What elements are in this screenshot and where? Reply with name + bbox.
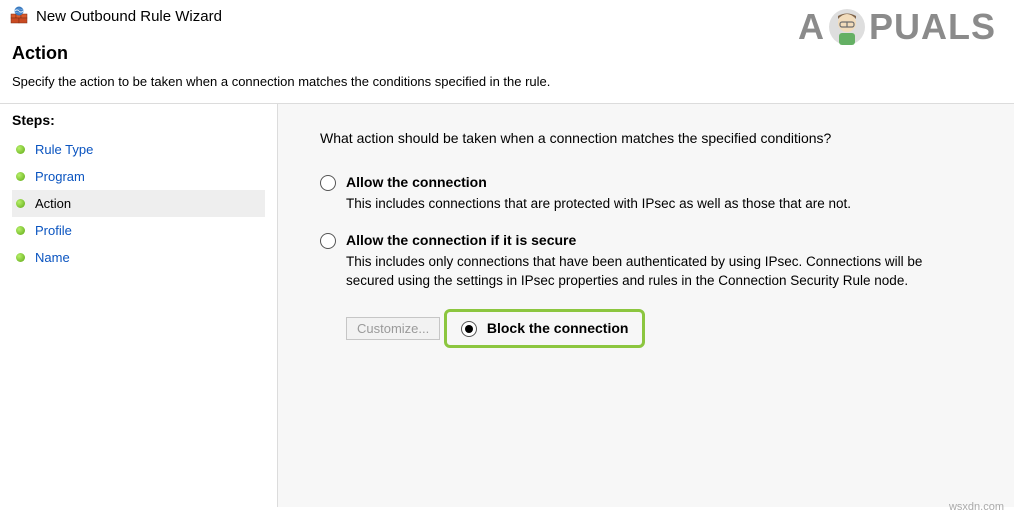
radio-icon [320, 175, 336, 191]
step-label: Rule Type [35, 142, 93, 157]
action-prompt: What action should be taken when a conne… [320, 130, 996, 146]
option-allow-desc: This includes connections that are prote… [346, 195, 926, 214]
mascot-icon [827, 7, 867, 47]
radio-label: Allow the connection if it is secure [346, 232, 576, 248]
radio-icon [461, 321, 477, 337]
option-allow-secure-desc: This includes only connections that have… [346, 253, 926, 291]
radio-icon [320, 233, 336, 249]
attribution-text: wsxdn.com [949, 501, 1004, 513]
step-program[interactable]: Program [12, 163, 265, 190]
step-name[interactable]: Name [12, 244, 265, 271]
option-allow-connection[interactable]: Allow the connection [320, 174, 996, 191]
radio-label: Allow the connection [346, 174, 487, 190]
appuals-watermark: A PUALS [798, 6, 996, 48]
step-label: Name [35, 250, 70, 265]
firewall-icon [10, 6, 28, 27]
bullet-icon [16, 253, 25, 262]
radio-label: Block the connection [487, 320, 629, 336]
watermark-text-before: A [798, 6, 825, 48]
step-action[interactable]: Action [12, 190, 265, 217]
step-rule-type[interactable]: Rule Type [12, 136, 265, 163]
steps-list: Rule Type Program Action Profile Name [12, 136, 265, 271]
bullet-icon [16, 145, 25, 154]
steps-heading: Steps: [12, 112, 265, 128]
step-label: Profile [35, 223, 72, 238]
option-block-highlight: Block the connection [444, 309, 646, 348]
step-label: Program [35, 169, 85, 184]
step-label: Action [35, 196, 71, 211]
customize-button: Customize... [346, 317, 440, 340]
option-block-connection[interactable]: Block the connection [461, 320, 629, 337]
option-allow-secure[interactable]: Allow the connection if it is secure [320, 232, 996, 249]
page-subtitle: Specify the action to be taken when a co… [12, 74, 1002, 89]
watermark-text-after: PUALS [869, 6, 996, 48]
wizard-body: Steps: Rule Type Program Action Profile … [0, 104, 1014, 507]
bullet-icon [16, 226, 25, 235]
steps-sidebar: Steps: Rule Type Program Action Profile … [0, 104, 278, 507]
main-panel: What action should be taken when a conne… [278, 104, 1014, 507]
window-title: New Outbound Rule Wizard [36, 8, 222, 25]
bullet-icon [16, 172, 25, 181]
step-profile[interactable]: Profile [12, 217, 265, 244]
bullet-icon [16, 199, 25, 208]
